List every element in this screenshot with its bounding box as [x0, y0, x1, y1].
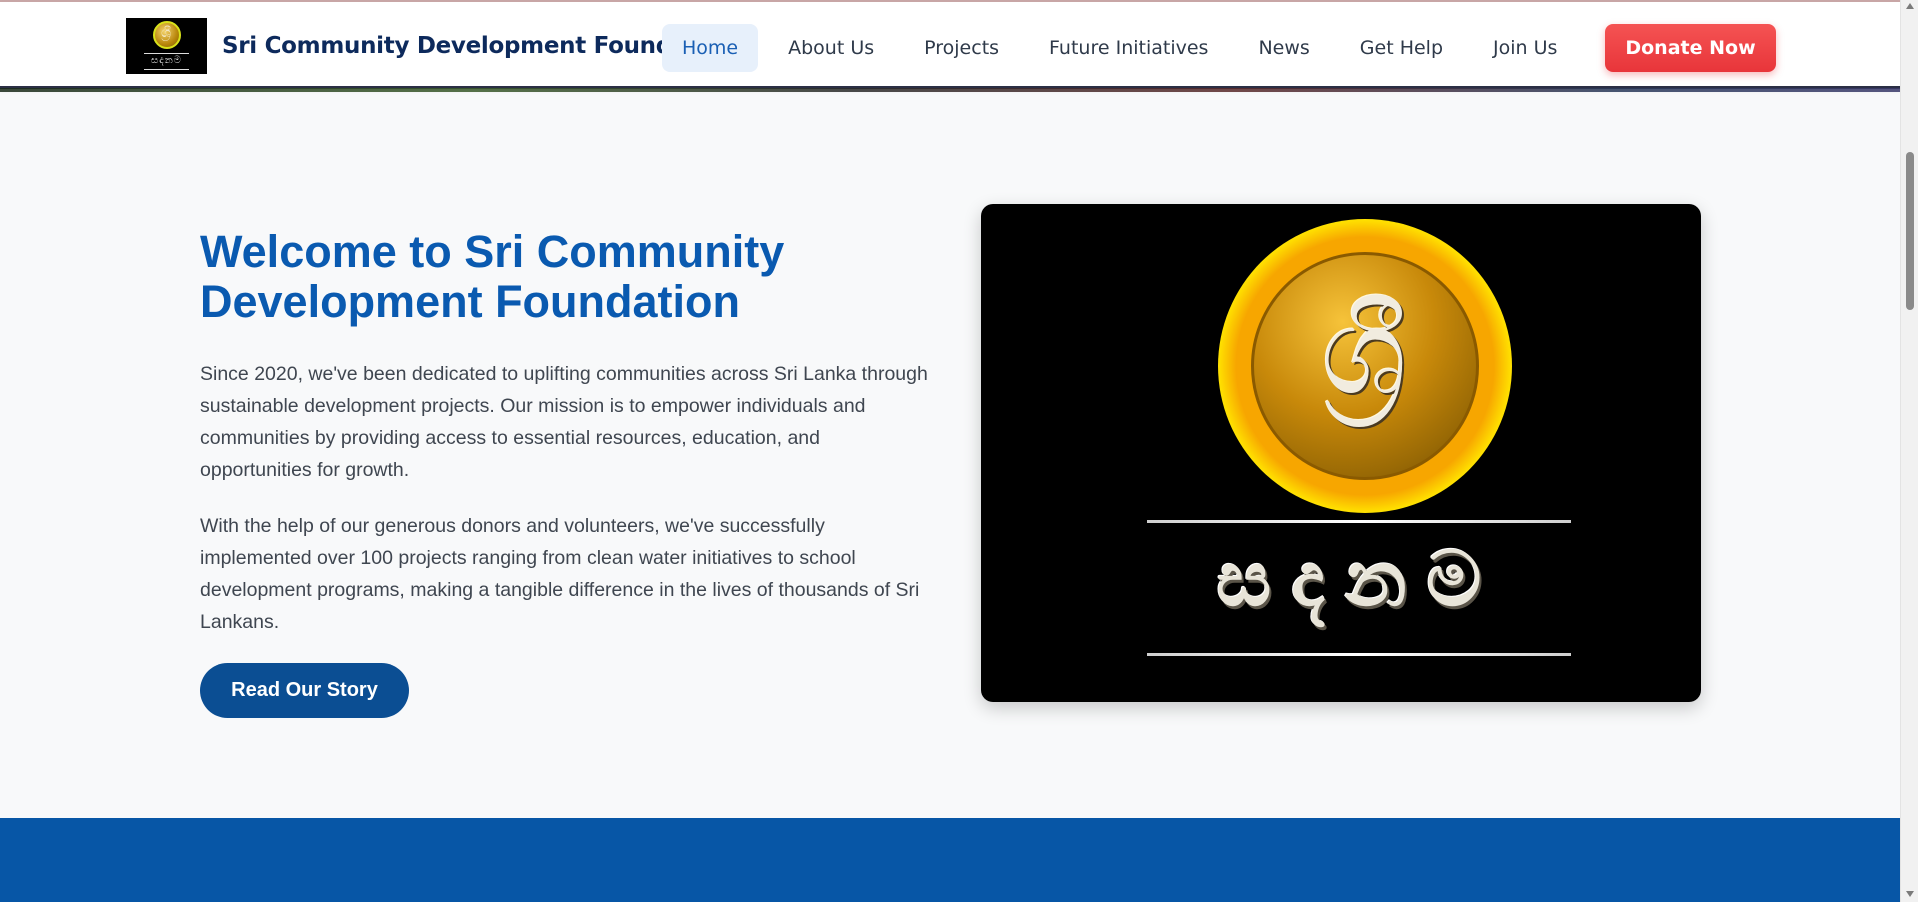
logo-wordmark: සදනම [1216, 534, 1502, 623]
nav-item-news[interactable]: News [1238, 24, 1329, 72]
site-header: ශ්‍රී සදනම Sri Community Development Fou… [0, 2, 1900, 92]
nav-item-join-us[interactable]: Join Us [1473, 24, 1577, 72]
scroll-down-arrow-icon[interactable] [1906, 891, 1914, 897]
logo-line [144, 69, 189, 70]
logo-line [144, 53, 189, 54]
nav-item-projects[interactable]: Projects [904, 24, 1019, 72]
scroll-up-arrow-icon[interactable] [1906, 3, 1914, 9]
read-our-story-button[interactable]: Read Our Story [200, 663, 409, 718]
nav-item-get-help[interactable]: Get Help [1340, 24, 1463, 72]
nav-item-home[interactable]: Home [662, 24, 759, 72]
nav-item-about-us[interactable]: About Us [768, 24, 894, 72]
logo-word: සදනම [151, 55, 182, 66]
donate-now-button[interactable]: Donate Now [1605, 24, 1776, 72]
logo-divider-top [1147, 520, 1571, 523]
next-section-band [0, 818, 1900, 902]
brand-name[interactable]: Sri Community Development Foundation [222, 33, 737, 59]
hero-paragraph-1: Since 2020, we've been dedicated to upli… [200, 363, 928, 481]
hero-logo-image: ශ්‍රී සදනම [981, 204, 1701, 702]
logo-divider-bottom [1147, 653, 1571, 656]
brand[interactable]: ශ්‍රී සදනම Sri Community Development Fou… [126, 18, 737, 74]
vertical-scrollbar[interactable] [1900, 0, 1918, 902]
scrollbar-thumb[interactable] [1906, 152, 1914, 310]
logo-glyph: ශ්‍රී [161, 25, 172, 41]
hero-title: Welcome to Sri Community Development Fou… [200, 226, 785, 327]
coin-glyph: ශ්‍රී [1321, 283, 1407, 422]
header-accent-strip [0, 88, 1900, 92]
hero-paragraph-2: With the help of our generous donors and… [200, 515, 920, 633]
logo-image[interactable]: ශ්‍රී සදනම [126, 18, 207, 74]
nav-item-future-initiatives[interactable]: Future Initiatives [1029, 24, 1228, 72]
main-nav: Home About Us Projects Future Initiative… [662, 24, 1587, 72]
